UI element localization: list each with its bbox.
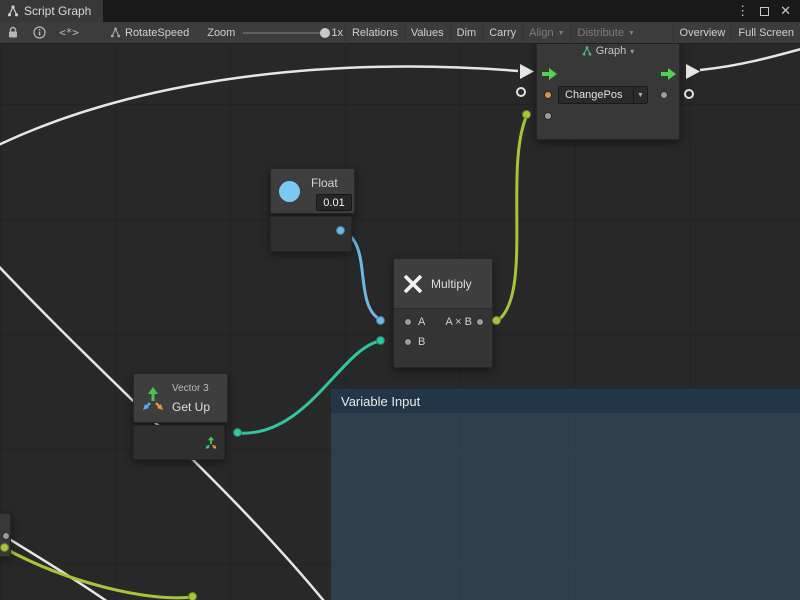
graph-node-title: Graph (596, 45, 627, 57)
node-graph[interactable]: Graph ▾ ChangePos ▼ (536, 44, 680, 140)
variable-port[interactable] (544, 91, 552, 99)
wire-arrowhead-out (686, 64, 700, 79)
wire-endpoint-lime[interactable] (522, 110, 531, 119)
node-vector3-get-up[interactable]: Vector 3 Get Up (133, 373, 228, 423)
wire-arrowhead-in (520, 64, 534, 79)
flow-input-port[interactable] (542, 67, 558, 79)
wire-lime-bottom (4, 548, 193, 598)
unconnected-port-ring[interactable] (684, 89, 694, 99)
tab-label: Script Graph (24, 4, 91, 18)
graph-canvas[interactable]: Variable Input Graph ▾ ChangePos ▼ Float (0, 44, 800, 600)
wire-endpoint-blue[interactable] (336, 226, 345, 235)
wire-endpoint-blue[interactable] (376, 316, 385, 325)
wire-white-out (700, 46, 800, 70)
code-icon[interactable]: <*> (52, 22, 86, 44)
group-header[interactable]: Variable Input (331, 389, 800, 413)
group-title: Variable Input (341, 394, 420, 409)
multiply-title: Multiply (431, 277, 472, 291)
wire-endpoint-lime[interactable] (492, 316, 501, 325)
chevron-down-icon: ▾ (630, 47, 634, 56)
full-screen-button[interactable]: Full Screen (731, 22, 800, 44)
maximize-icon[interactable] (760, 7, 769, 16)
output-port[interactable] (476, 318, 484, 326)
value-port[interactable] (2, 532, 10, 540)
toolbar-right-group: Overview Full Screen (667, 22, 800, 44)
graph-breadcrumb: RotateSpeed (110, 27, 189, 39)
input-port-b[interactable] (404, 338, 412, 346)
zoom-value: 1x (331, 27, 343, 39)
float-node-title: Float (311, 176, 338, 190)
variable-dropdown[interactable]: ChangePos ▼ (558, 86, 648, 104)
wire-endpoint-teal[interactable] (233, 428, 242, 437)
port-b-label: B (418, 336, 425, 348)
float-value-field[interactable] (316, 194, 352, 211)
chevron-down-icon: ▼ (628, 30, 635, 37)
values-button[interactable]: Values (404, 22, 450, 44)
wire-white-in (0, 67, 518, 150)
zoom-slider[interactable] (243, 32, 327, 34)
wire-lime-multiply-to-graph (497, 115, 527, 321)
variable-dropdown-value: ChangePos (559, 89, 633, 101)
float-type-icon (279, 181, 300, 202)
value-input-port[interactable] (544, 112, 552, 120)
dim-button[interactable]: Dim (450, 22, 483, 44)
flow-output-port[interactable] (661, 67, 677, 79)
window-controls: ⋮ ✕ (736, 0, 800, 22)
close-icon[interactable]: ✕ (780, 3, 791, 19)
vector3-type-label: Vector 3 (172, 383, 209, 394)
unconnected-port-ring[interactable] (516, 87, 526, 97)
zoom-slider-knob[interactable] (320, 28, 330, 38)
carry-button[interactable]: Carry (482, 22, 522, 44)
wire-white-corner (0, 526, 122, 600)
node-vector3-port-row[interactable] (133, 425, 225, 460)
script-graph-icon (7, 5, 19, 17)
vector3-port-icon[interactable] (204, 436, 218, 455)
overview-button[interactable]: Overview (673, 22, 732, 44)
distribute-label: Distribute (578, 27, 624, 39)
wire-endpoint-teal[interactable] (376, 336, 385, 345)
port-out-label: A × B (445, 316, 472, 328)
info-icon[interactable] (26, 22, 52, 44)
graph-asset-icon (110, 27, 121, 38)
multiply-icon (401, 272, 425, 296)
distribute-button[interactable]: Distribute ▼ (571, 22, 641, 44)
relations-button[interactable]: Relations (345, 22, 404, 44)
value-output-port[interactable] (660, 91, 668, 99)
multiply-header: Multiply (394, 259, 492, 309)
graph-toolbar: <*> RotateSpeed Zoom 1x Relations Values… (0, 22, 800, 44)
menu-icon[interactable]: ⋮ (736, 3, 749, 19)
chevron-down-icon: ▼ (558, 30, 565, 37)
tab-bar: Script Graph ⋮ ✕ (0, 0, 800, 22)
graph-node-header[interactable]: Graph ▾ (537, 44, 679, 59)
graph-icon (582, 46, 592, 56)
node-float[interactable]: Float (270, 168, 355, 214)
unity-script-graph-window: { "window": { "tab_label": "Script Graph… (0, 0, 800, 600)
align-label: Align (529, 27, 553, 39)
vector3-title: Get Up (172, 400, 210, 414)
port-a-label: A (418, 316, 425, 328)
group-variable-input[interactable]: Variable Input (330, 388, 800, 600)
chevron-down-icon: ▼ (633, 87, 647, 103)
align-button[interactable]: Align ▼ (522, 22, 570, 44)
vector3-icon (140, 386, 166, 417)
wire-endpoint-lime[interactable] (188, 592, 197, 600)
graph-name-label: RotateSpeed (125, 27, 189, 39)
node-multiply[interactable]: Multiply A A × B B (393, 258, 493, 368)
wire-endpoint-lime[interactable] (0, 543, 9, 552)
tab-script-graph[interactable]: Script Graph (0, 0, 103, 22)
lock-icon[interactable] (0, 22, 26, 44)
zoom-label: Zoom (207, 27, 235, 39)
input-port-a[interactable] (404, 318, 412, 326)
